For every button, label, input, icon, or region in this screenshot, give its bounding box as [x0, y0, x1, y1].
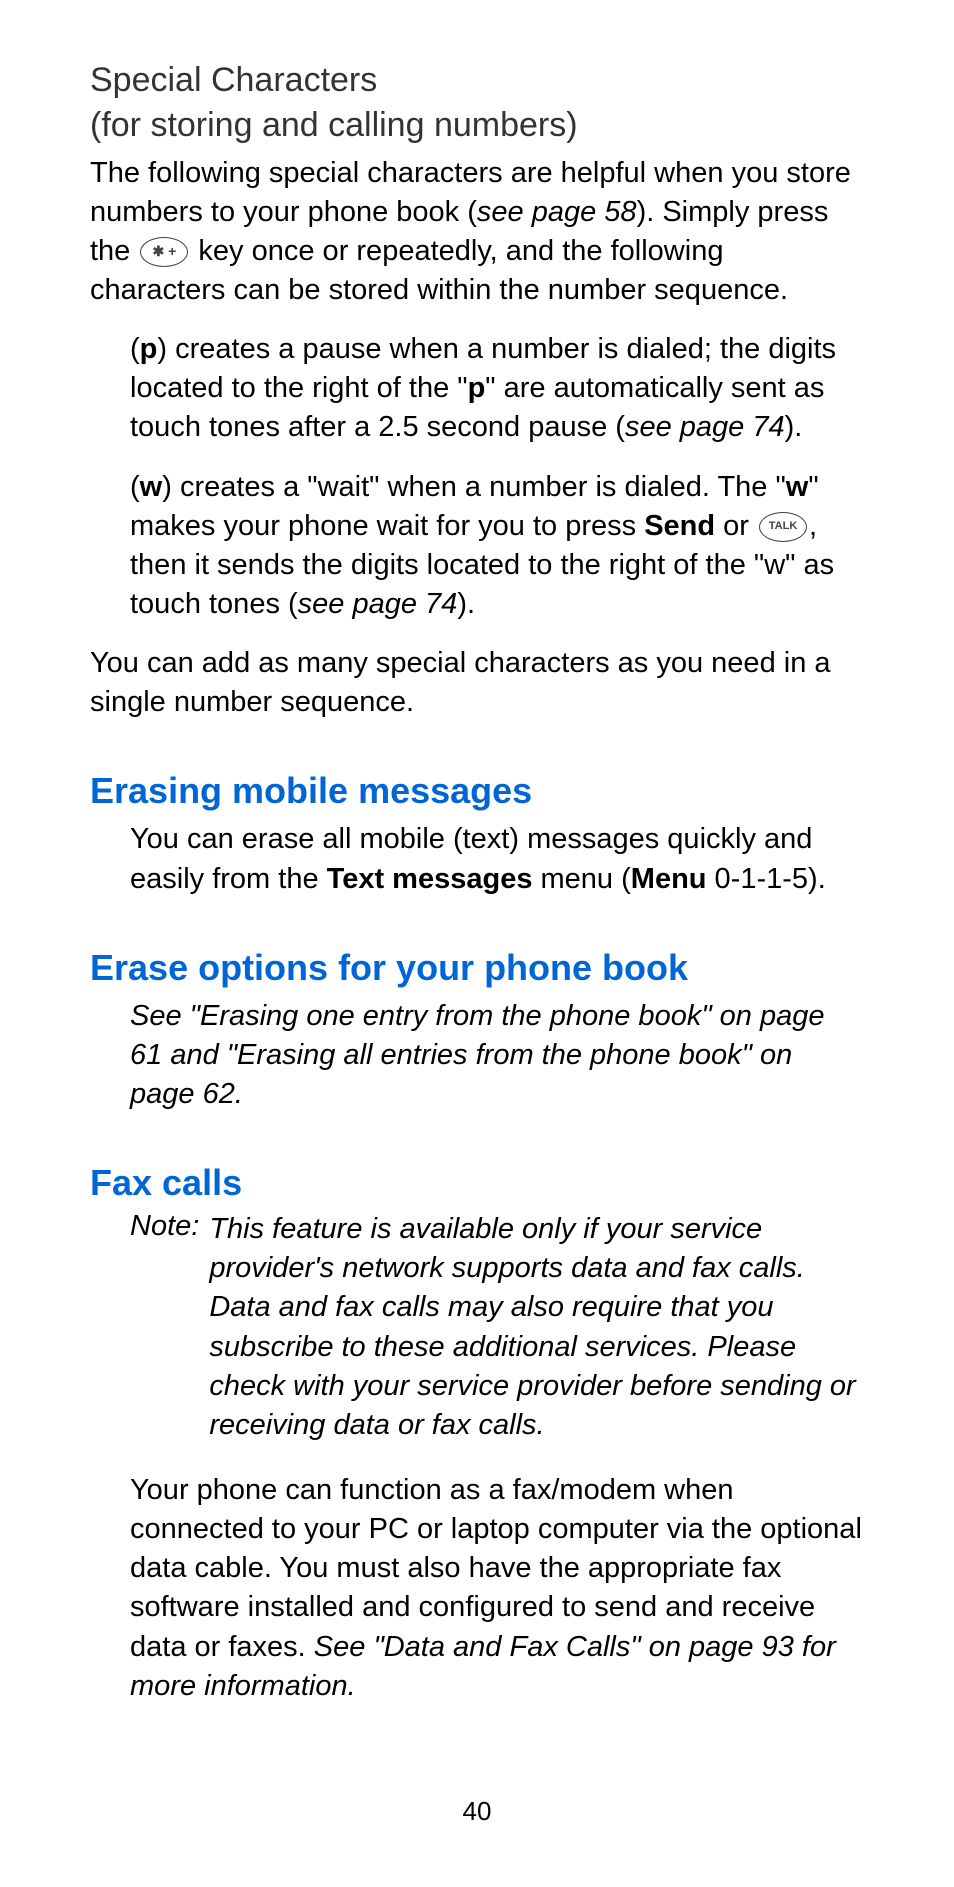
section-title-special-l2: (for storing and calling numbers) [90, 105, 864, 146]
page-number: 40 [90, 1796, 864, 1827]
list-item-p: (p) creates a pause when a number is dia… [130, 330, 864, 447]
special-outro: You can add as many special characters a… [90, 644, 864, 722]
special-intro: The following special characters are hel… [90, 154, 864, 311]
star-key-icon: ✱ + [140, 237, 188, 267]
fax-body: Your phone can function as a fax/modem w… [130, 1471, 864, 1706]
note-label: Note: [130, 1210, 199, 1445]
page: Special Characters (for storing and call… [0, 0, 954, 1887]
talk-key-icon: TALK [759, 512, 807, 542]
section-title-erasing: Erasing mobile messages [90, 770, 864, 812]
erasing-body: You can erase all mobile (text) messages… [130, 820, 864, 898]
char-p: p [140, 333, 158, 365]
erase-options-ref: See "Erasing one entry from the phone bo… [130, 997, 864, 1114]
special-characters-list: (p) creates a pause when a number is dia… [130, 330, 864, 624]
fax-note: Note: This feature is available only if … [130, 1210, 864, 1445]
section-title-fax: Fax calls [90, 1162, 864, 1204]
send-label: Send [644, 510, 715, 542]
page-ref: see page 74 [625, 411, 785, 443]
page-ref: see page 58 [477, 196, 637, 228]
char-w: w [140, 471, 163, 503]
page-ref: see page 74 [298, 588, 458, 620]
text: ) creates a "wait" when a number is dial… [162, 471, 786, 503]
text: menu ( [532, 863, 630, 895]
text: ). [785, 411, 803, 443]
text: key once or repeatedly, and the followin… [90, 235, 788, 306]
section-title-erase-options: Erase options for your phone book [90, 947, 864, 989]
menu-label: Menu [631, 863, 707, 895]
text: ). [457, 588, 475, 620]
section-title-special-l1: Special Characters [90, 60, 864, 101]
char-p: p [468, 372, 486, 404]
note-body: This feature is available only if your s… [209, 1210, 864, 1445]
text: ( [130, 333, 140, 365]
text-messages-label: Text messages [327, 863, 533, 895]
list-item-w: (w) creates a "wait" when a number is di… [130, 468, 864, 625]
char-w: w [786, 471, 809, 503]
text: or [715, 510, 757, 542]
text: ( [130, 471, 140, 503]
text: 0-1-1-5). [707, 863, 826, 895]
